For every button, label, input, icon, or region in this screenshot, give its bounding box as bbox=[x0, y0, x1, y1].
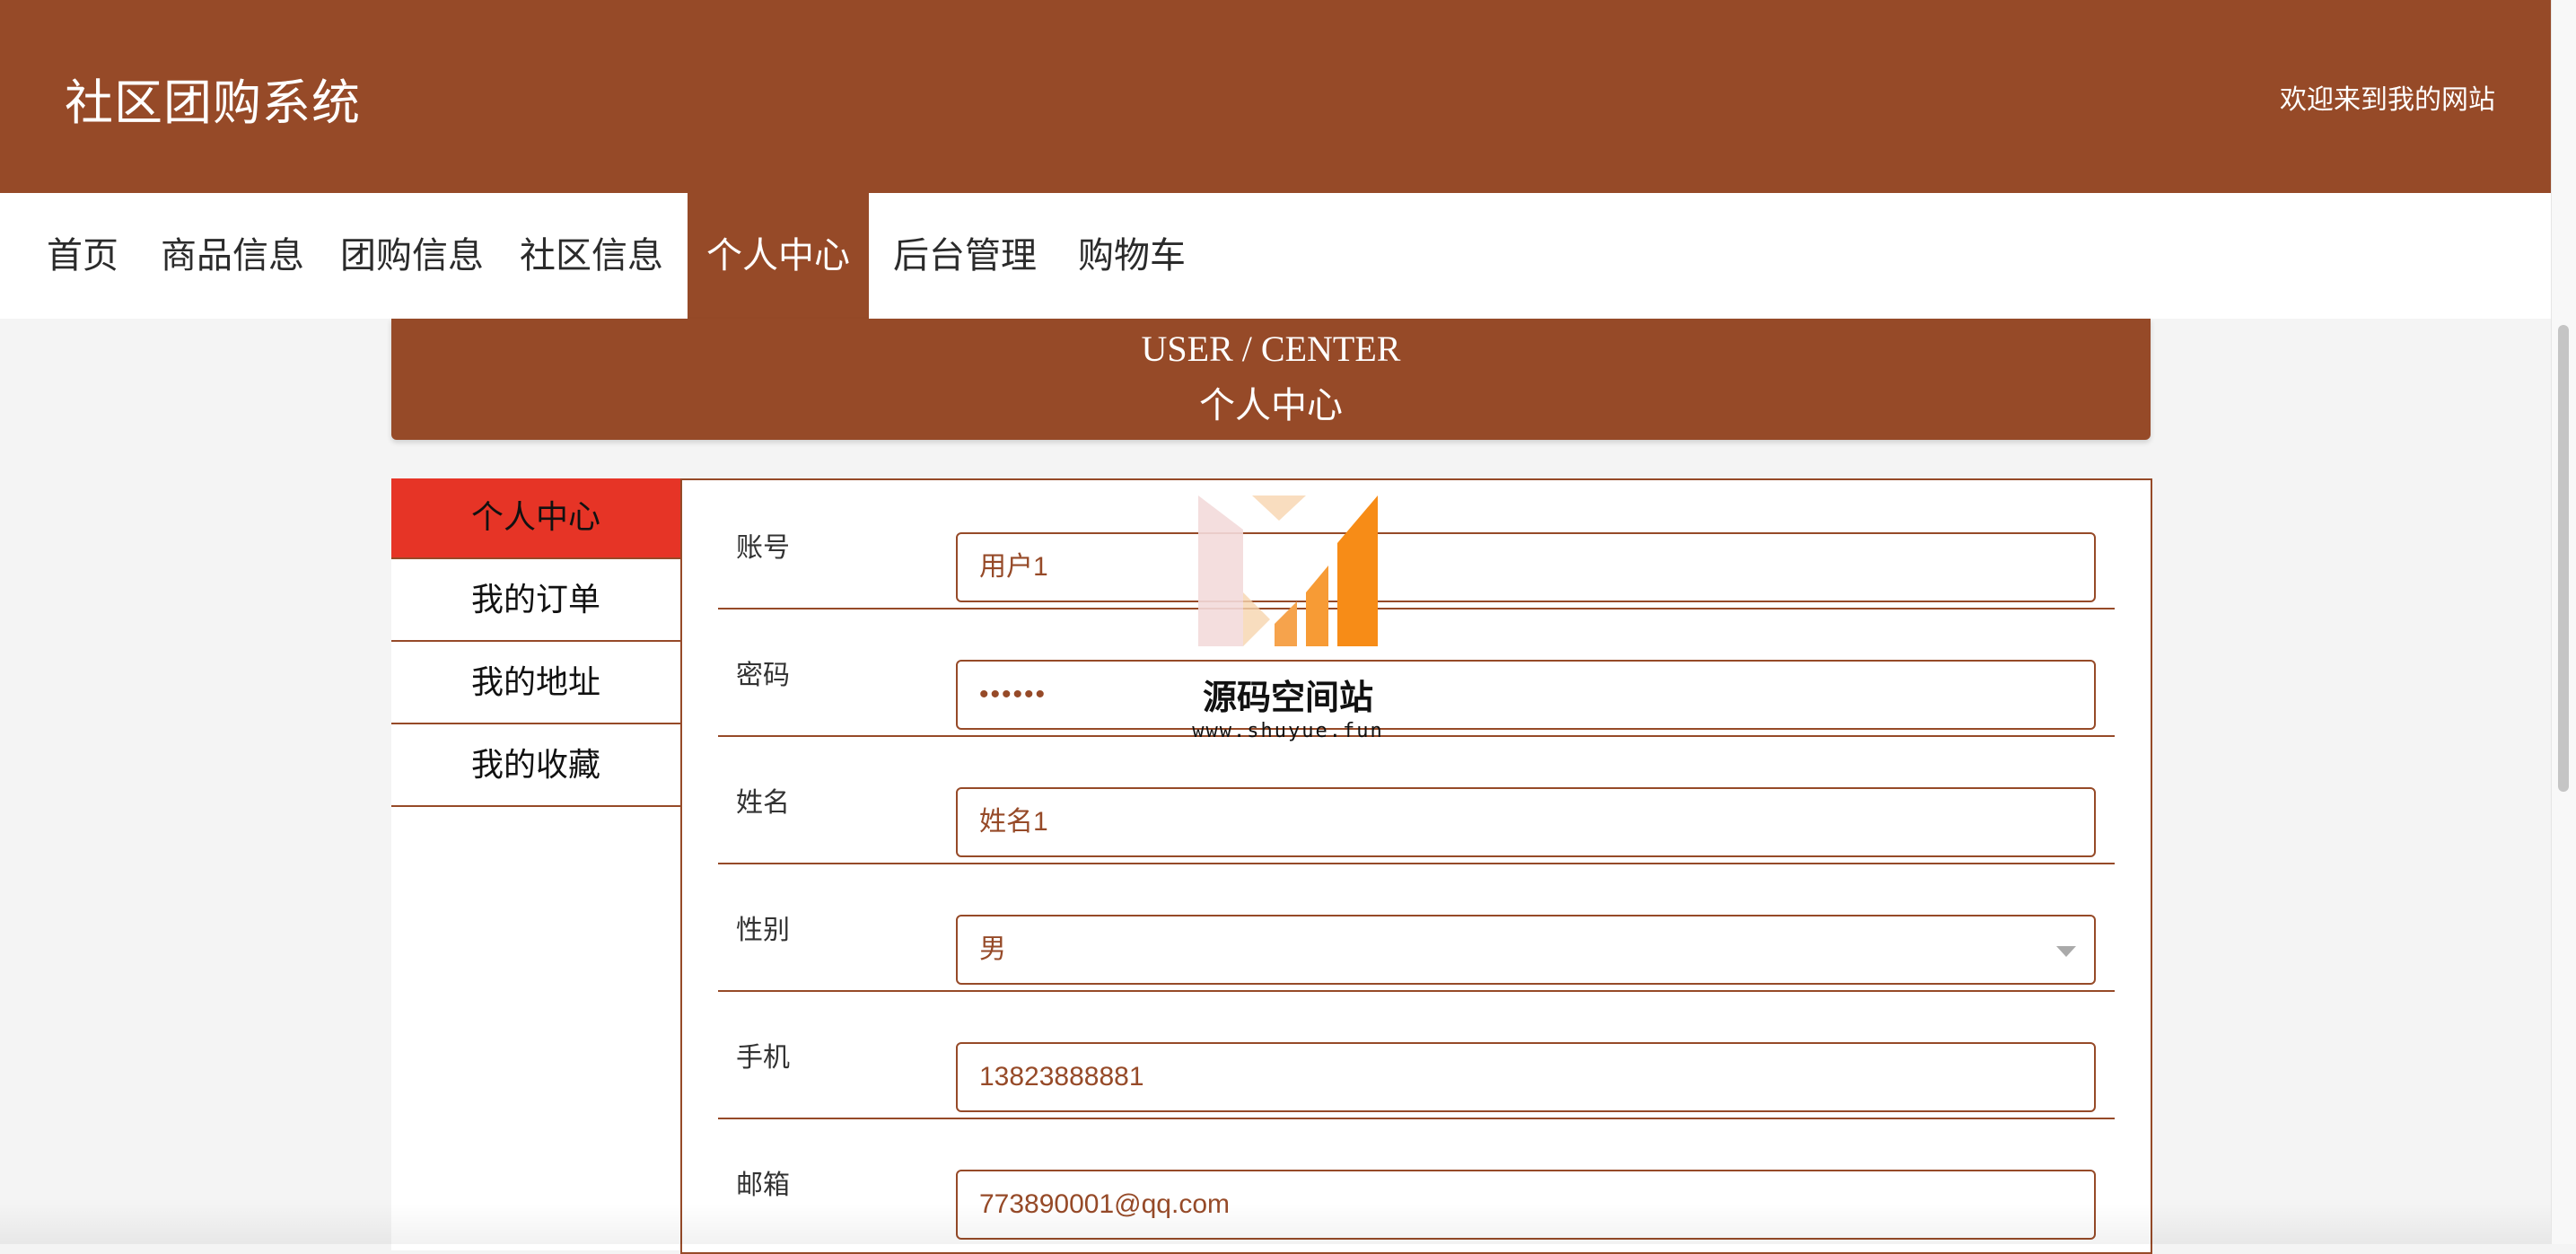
profile-form: 账号 用户1 密码 •••••• 姓名 姓名1 性别 男 手机 13823888… bbox=[680, 478, 2152, 1254]
gender-label: 性别 bbox=[736, 915, 790, 946]
main-nav: 首页 商品信息 团购信息 社区信息 个人中心 后台管理 购物车 bbox=[0, 193, 2551, 319]
nav-item-group-buy[interactable]: 团购信息 bbox=[329, 193, 495, 319]
form-row-name: 姓名 姓名1 bbox=[718, 735, 2115, 864]
nav-item-admin[interactable]: 后台管理 bbox=[881, 193, 1048, 319]
sidebar-item-address[interactable]: 我的地址 bbox=[391, 644, 680, 724]
welcome-text: 欢迎来到我的网站 bbox=[2280, 84, 2495, 116]
user-sidebar: 个人中心 我的订单 我的地址 我的收藏 bbox=[391, 478, 680, 1250]
form-row-account: 账号 用户1 bbox=[718, 480, 2115, 609]
account-label: 账号 bbox=[736, 532, 790, 564]
form-row-password: 密码 •••••• bbox=[718, 608, 2115, 737]
gender-select-value: 男 bbox=[979, 934, 1006, 964]
form-row-phone: 手机 13823888881 bbox=[718, 990, 2115, 1119]
bottom-shadow bbox=[0, 1203, 2551, 1244]
banner-title-en: USER / CENTER bbox=[1141, 329, 1401, 369]
nav-item-home[interactable]: 首页 bbox=[27, 193, 138, 319]
nav-item-community[interactable]: 社区信息 bbox=[508, 193, 675, 319]
scrollbar-thumb[interactable] bbox=[2558, 325, 2569, 792]
site-header: 社区团购系统 欢迎来到我的网站 bbox=[0, 0, 2551, 193]
phone-input[interactable]: 13823888881 bbox=[956, 1042, 2096, 1112]
name-input[interactable]: 姓名1 bbox=[956, 787, 2096, 857]
nav-item-cart[interactable]: 购物车 bbox=[1065, 193, 1199, 319]
name-label: 姓名 bbox=[736, 787, 790, 819]
sidebar-item-favorites[interactable]: 我的收藏 bbox=[391, 726, 680, 807]
form-row-gender: 性别 男 bbox=[718, 863, 2115, 992]
sidebar-item-user-center[interactable]: 个人中心 bbox=[391, 478, 680, 559]
sidebar-item-orders[interactable]: 我的订单 bbox=[391, 561, 680, 642]
account-input[interactable]: 用户1 bbox=[956, 532, 2096, 602]
banner-title-cn: 个人中心 bbox=[1199, 385, 1343, 425]
watermark-text: 源码空间站 bbox=[1202, 678, 1373, 717]
phone-label: 手机 bbox=[736, 1042, 790, 1074]
email-label: 邮箱 bbox=[736, 1170, 790, 1201]
watermark-url: www.shuyue.fun bbox=[1192, 720, 1384, 742]
site-title: 社区团购系统 bbox=[65, 75, 361, 131]
password-label: 密码 bbox=[736, 660, 790, 691]
gender-select[interactable]: 男 bbox=[956, 915, 2096, 985]
nav-item-products[interactable]: 商品信息 bbox=[149, 193, 316, 319]
nav-item-user-center[interactable]: 个人中心 bbox=[688, 193, 869, 319]
chevron-down-icon[interactable] bbox=[2056, 946, 2076, 957]
password-input[interactable]: •••••• bbox=[956, 660, 2096, 730]
page-banner: USER / CENTER 个人中心 bbox=[391, 319, 2151, 440]
